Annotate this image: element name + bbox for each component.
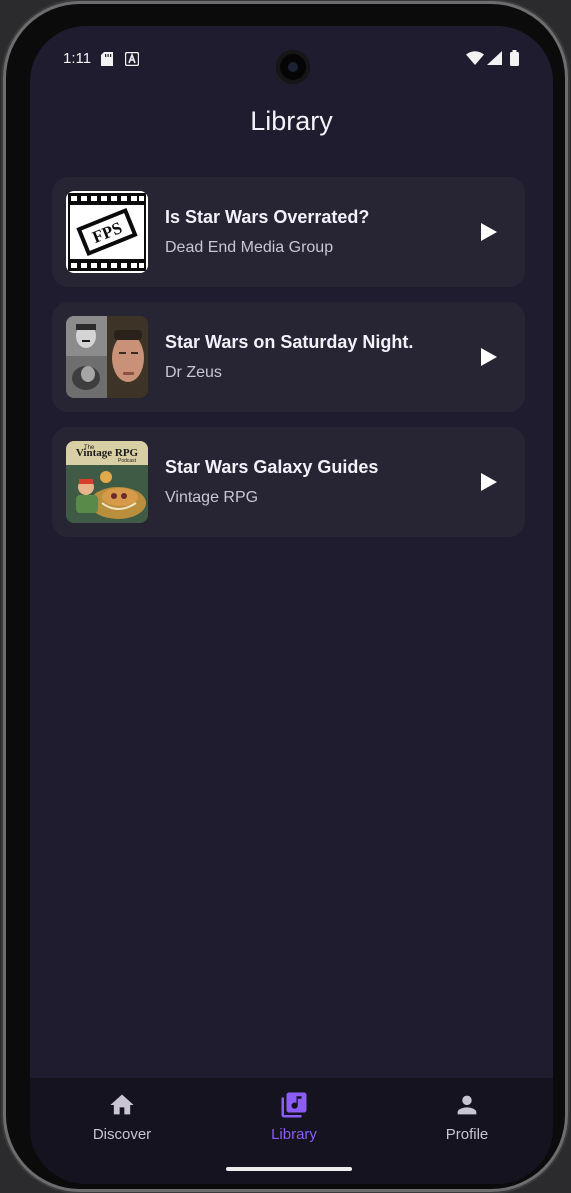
battery-icon <box>510 50 519 66</box>
nav-item-discover[interactable]: Discover <box>52 1090 192 1143</box>
nav-item-profile[interactable]: Profile <box>397 1090 537 1143</box>
item-author: Dead End Media Group <box>165 239 334 256</box>
item-title: Star Wars on Saturday Night. <box>165 332 414 352</box>
library-music-icon <box>281 1092 307 1118</box>
play-button[interactable] <box>475 218 503 246</box>
nav-label: Profile <box>445 1126 489 1143</box>
nav-label: Discover <box>92 1126 152 1143</box>
home-icon <box>110 1094 134 1115</box>
play-icon <box>481 473 497 491</box>
library-list: FPS Is Star Wars Overrated? Dead End Med… <box>52 177 525 552</box>
status-time: 1:11 <box>63 50 92 67</box>
person-icon <box>457 1095 477 1115</box>
svg-text:Podcast: Podcast <box>118 458 137 464</box>
bottom-navigation: Discover Library Profile <box>30 1078 553 1184</box>
home-indicator[interactable] <box>226 1167 352 1171</box>
signal-icon <box>487 51 502 65</box>
nav-item-library[interactable]: Library <box>224 1090 364 1143</box>
item-author: Vintage RPG <box>165 489 259 506</box>
sd-card-icon <box>101 52 113 66</box>
play-button[interactable] <box>475 468 503 496</box>
library-item[interactable]: Star Wars on Saturday Night. Dr Zeus <box>52 302 525 412</box>
library-item[interactable]: The Vintage RPG Podcast Star Wars Galaxy… <box>52 427 525 537</box>
play-icon <box>481 348 497 366</box>
page-title: Library <box>250 106 333 136</box>
app-screen: 1:11 Library FPS Is Star Wars Overrated?… <box>30 26 553 1184</box>
podcast-thumbnail: FPS <box>66 191 148 273</box>
wifi-icon <box>466 51 484 65</box>
podcast-thumbnail <box>66 316 148 398</box>
nav-label: Library <box>271 1126 317 1143</box>
item-author: Dr Zeus <box>165 364 222 381</box>
accessibility-notification-icon <box>125 52 139 66</box>
status-bar: 1:11 <box>30 26 553 86</box>
podcast-thumbnail: The Vintage RPG Podcast <box>66 441 148 523</box>
play-icon <box>481 223 497 241</box>
item-title: Is Star Wars Overrated? <box>165 207 370 227</box>
play-button[interactable] <box>475 343 503 371</box>
library-item[interactable]: FPS Is Star Wars Overrated? Dead End Med… <box>52 177 525 287</box>
front-camera <box>276 50 310 84</box>
phone-frame: 1:11 Library FPS Is Star Wars Overrated?… <box>6 4 565 1189</box>
item-title: Star Wars Galaxy Guides <box>165 457 379 477</box>
